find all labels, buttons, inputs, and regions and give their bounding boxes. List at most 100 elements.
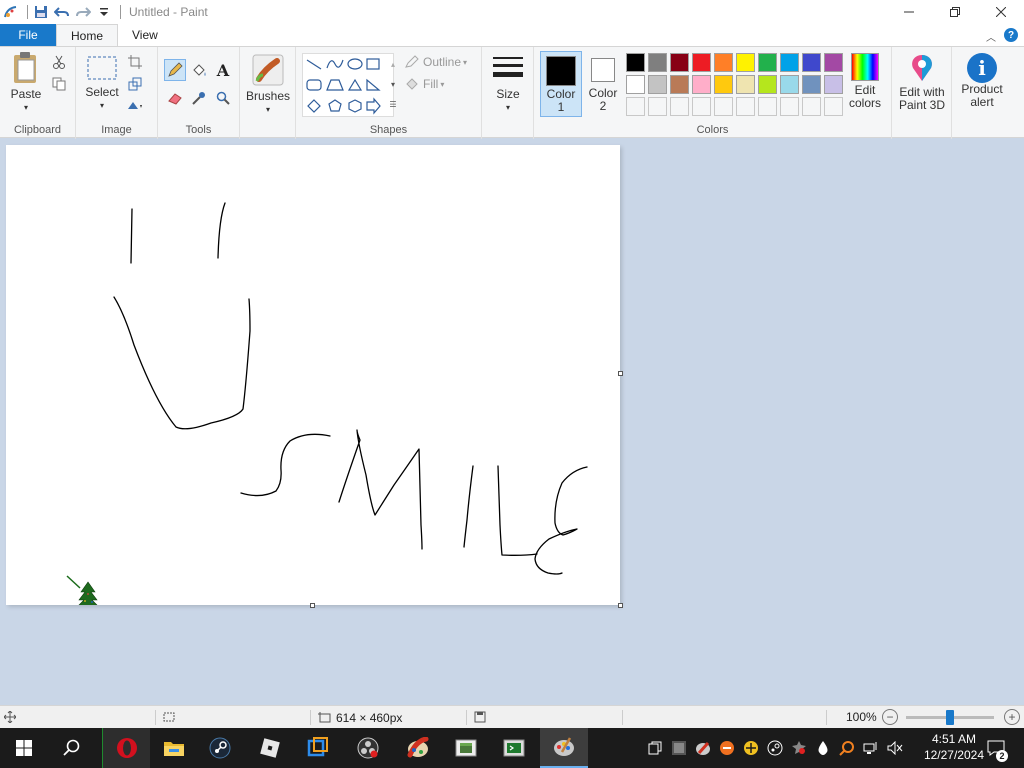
palette-color-swatch[interactable] (692, 53, 711, 72)
paint-brush-app-icon[interactable] (394, 728, 442, 768)
search-icon[interactable] (48, 728, 96, 768)
tray-security-icon[interactable] (789, 728, 809, 768)
tray-search-orange-icon[interactable] (837, 728, 857, 768)
resize-handle-right[interactable] (618, 371, 623, 376)
color1-button[interactable]: Color 1 (540, 51, 582, 117)
copy-icon[interactable] (50, 75, 68, 93)
fill-button[interactable]: Fill ▾ (404, 77, 444, 91)
help-icon[interactable]: ? (1004, 28, 1018, 42)
network-icon[interactable] (861, 728, 881, 768)
volume-muted-icon[interactable] (885, 728, 905, 768)
palette-color-swatch[interactable] (670, 53, 689, 72)
tab-file[interactable]: File (0, 24, 56, 46)
notifications-button[interactable]: 2 (982, 728, 1010, 768)
drawing-canvas[interactable] (6, 145, 620, 609)
pencil-icon[interactable] (164, 59, 186, 81)
rotate-icon[interactable] (126, 97, 144, 115)
cut-icon[interactable] (50, 53, 68, 71)
zoom-slider[interactable] (906, 710, 994, 725)
custom-color-slot[interactable] (824, 97, 843, 116)
task-view-icon[interactable] (645, 728, 665, 768)
outline-button[interactable]: Outline ▾ (404, 55, 467, 69)
custom-color-slot[interactable] (758, 97, 777, 116)
palette-color-swatch[interactable] (780, 53, 799, 72)
virtualbox-icon[interactable] (294, 728, 342, 768)
custom-color-slot[interactable] (670, 97, 689, 116)
text-tool-icon[interactable]: A (214, 61, 232, 80)
windows-start-icon[interactable] (0, 728, 48, 768)
tray-paint-icon[interactable] (693, 728, 713, 768)
taskbar-clock[interactable]: 4:51 AM 12/27/2024 (924, 731, 984, 763)
select-dropdown-icon[interactable]: ▾ (82, 99, 122, 112)
custom-color-slot[interactable] (780, 97, 799, 116)
crop-icon[interactable] (126, 53, 144, 71)
undo-icon[interactable] (53, 3, 71, 21)
opera-icon[interactable] (102, 728, 150, 768)
color-picker-icon[interactable] (190, 89, 208, 107)
roblox-icon[interactable] (246, 728, 294, 768)
tab-view[interactable]: View (118, 24, 172, 46)
collapse-ribbon-icon[interactable]: ︿ (986, 29, 996, 44)
palette-color-swatch[interactable] (780, 75, 799, 94)
shapes-expand-icon[interactable]: ☰ (384, 95, 402, 113)
zoom-in-button[interactable]: + (1004, 709, 1020, 725)
paint-icon[interactable] (540, 728, 588, 768)
palette-color-swatch[interactable] (802, 53, 821, 72)
custom-color-slot[interactable] (714, 97, 733, 116)
terminal-icon[interactable] (490, 728, 538, 768)
paste-dropdown-icon[interactable]: ▾ (6, 101, 46, 114)
palette-color-swatch[interactable] (736, 53, 755, 72)
custom-color-slot[interactable] (626, 97, 645, 116)
tab-home[interactable]: Home (56, 24, 119, 46)
color2-button[interactable]: Color 2 (584, 51, 622, 117)
tray-steam-icon[interactable] (765, 728, 785, 768)
select-button[interactable]: Select ▾ (82, 55, 122, 121)
fill-bucket-icon[interactable] (190, 61, 208, 79)
obs-icon[interactable] (344, 728, 392, 768)
palette-color-swatch[interactable] (824, 75, 843, 94)
magnifier-icon[interactable] (214, 89, 232, 107)
palette-color-swatch[interactable] (648, 75, 667, 94)
save-icon[interactable] (32, 3, 50, 21)
shapes-scroll-up-icon[interactable]: ▴ (384, 55, 402, 73)
paste-button[interactable]: Paste ▾ (6, 51, 46, 121)
palette-color-swatch[interactable] (670, 75, 689, 94)
redo-icon[interactable] (74, 3, 92, 21)
tray-drop-icon[interactable] (813, 728, 833, 768)
zoom-out-button[interactable]: − (882, 709, 898, 725)
tray-app-icon[interactable] (669, 728, 689, 768)
palette-color-swatch[interactable] (758, 75, 777, 94)
paint-app-icon[interactable] (2, 3, 20, 21)
palette-color-swatch[interactable] (714, 75, 733, 94)
tray-orange-icon[interactable] (717, 728, 737, 768)
steam-icon[interactable] (196, 728, 244, 768)
edit-colors-button[interactable]: Edit colors (844, 53, 886, 117)
palette-color-swatch[interactable] (758, 53, 777, 72)
palette-color-swatch[interactable] (626, 53, 645, 72)
customize-toolbar-icon[interactable] (95, 3, 113, 21)
shapes-scroll-down-icon[interactable]: ▾ (384, 75, 402, 93)
tray-yellow-icon[interactable] (741, 728, 761, 768)
product-alert-button[interactable]: i Product alert (954, 53, 1010, 117)
palette-color-swatch[interactable] (648, 53, 667, 72)
size-button[interactable]: Size ▾ (488, 55, 528, 119)
custom-color-slot[interactable] (648, 97, 667, 116)
minecraft-icon[interactable] (442, 728, 490, 768)
size-dropdown-icon[interactable]: ▾ (488, 101, 528, 114)
shapes-gallery[interactable] (302, 53, 394, 117)
custom-color-slot[interactable] (736, 97, 755, 116)
minimize-button[interactable] (886, 0, 932, 24)
edit-with-paint3d-button[interactable]: Edit with Paint 3D (894, 53, 950, 117)
custom-color-slot[interactable] (802, 97, 821, 116)
palette-color-swatch[interactable] (714, 53, 733, 72)
palette-color-swatch[interactable] (626, 75, 645, 94)
resize-handle-corner[interactable] (618, 603, 623, 608)
palette-color-swatch[interactable] (824, 53, 843, 72)
brushes-button[interactable]: Brushes ▾ (246, 53, 290, 119)
palette-color-swatch[interactable] (802, 75, 821, 94)
resize-icon[interactable] (126, 75, 144, 93)
restore-button[interactable] (932, 0, 978, 24)
resize-handle-bottom[interactable] (310, 603, 315, 608)
zoom-slider-thumb[interactable] (946, 710, 954, 725)
close-button[interactable] (978, 0, 1024, 24)
